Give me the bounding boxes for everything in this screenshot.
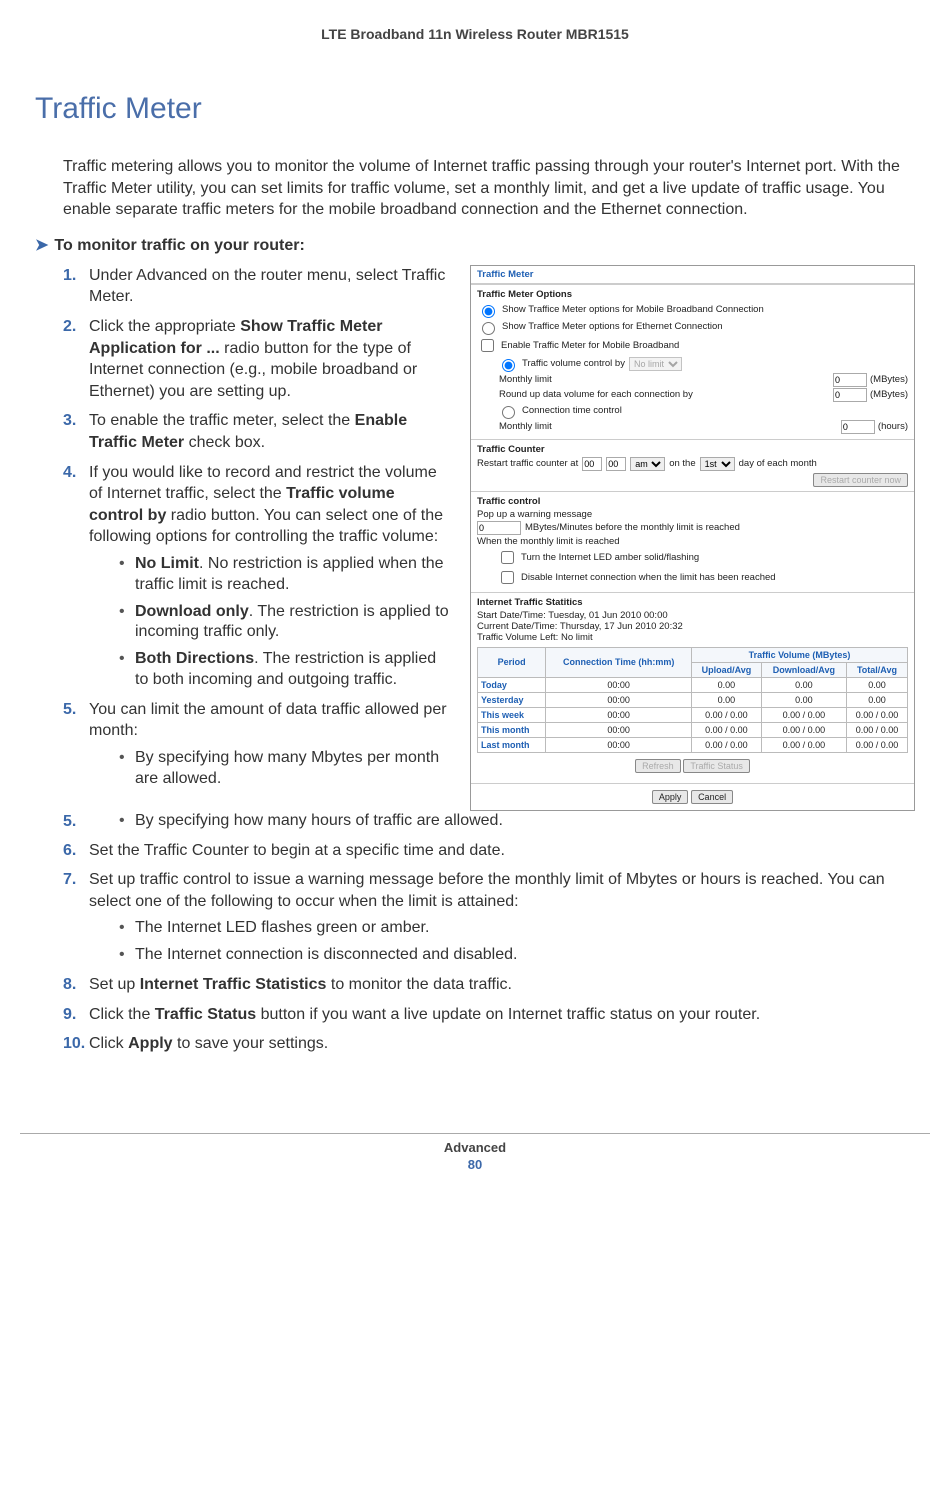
refresh-button[interactable]: Refresh (635, 759, 681, 773)
monthly-limit-hours-label: Monthly limit (499, 421, 552, 432)
step-4: If you would like to record and restrict… (63, 462, 450, 691)
step-4-bullet-3: Both Directions. The restriction is appl… (119, 649, 450, 691)
traffic-status-button[interactable]: Traffic Status (683, 759, 750, 773)
select-volume-limit[interactable]: No limit (629, 357, 682, 371)
procedure-heading: ➤ To monitor traffic on your router: (35, 235, 915, 255)
step-8: Set up Internet Traffic Statistics to mo… (63, 974, 915, 996)
input-restart-mm[interactable] (606, 457, 626, 471)
restart-prefix: Restart traffic counter at (477, 458, 578, 469)
checkbox-disable-label: Disable Internet connection when the lim… (521, 572, 776, 583)
radio-conn-time-label: Connection time control (522, 405, 622, 416)
stats-table: Period Connection Time (hh:mm) Traffic V… (477, 647, 908, 753)
step-2: Click the appropriate Show Traffic Meter… (63, 316, 450, 402)
step-4-bullet-1: No Limit. No restriction is applied when… (119, 554, 450, 596)
popup-label: Pop up a warning message (477, 509, 908, 520)
step-7: Set up traffic control to issue a warnin… (63, 869, 915, 966)
restart-counter-button[interactable]: Restart counter now (813, 473, 908, 487)
monthly-limit-label: Monthly limit (499, 374, 552, 385)
checkbox-disable[interactable] (501, 571, 514, 584)
restart-suffix: day of each month (739, 458, 817, 469)
th-download: Download/Avg (761, 662, 846, 677)
shot-title: Traffic Meter (471, 266, 914, 284)
table-row: Yesterday00:000.000.000.00 (478, 692, 908, 707)
checkbox-led[interactable] (501, 551, 514, 564)
step-1: Under Advanced on the router menu, selec… (63, 265, 450, 308)
step-4-bullet-2: Download only. The restriction is applie… (119, 602, 450, 644)
th-total: Total/Avg (846, 662, 907, 677)
when-reached-label: When the monthly limit is reached (477, 536, 908, 547)
apply-button[interactable]: Apply (652, 790, 689, 804)
mb-min-label: MBytes/Minutes before the monthly limit … (525, 522, 740, 533)
checkbox-enable[interactable] (481, 339, 494, 352)
th-period: Period (478, 647, 546, 677)
step-5-bullet-1: By specifying how many Mbytes per month … (119, 748, 450, 790)
table-row: This week00:000.00 / 0.000.00 / 0.000.00… (478, 707, 908, 722)
step-5-cont: By specifying how many hours of traffic … (63, 811, 915, 832)
hours-unit: (hours) (878, 421, 908, 432)
mbytes-unit-2: (MBytes) (870, 389, 908, 400)
th-volume: Traffic Volume (MBytes) (692, 647, 908, 662)
restart-mid: on the (669, 458, 695, 469)
roundup-label: Round up data volume for each connection… (499, 389, 693, 400)
select-day[interactable]: 1st (700, 457, 735, 471)
radio-volume-control-label: Traffic volume control by (522, 358, 625, 369)
th-upload: Upload/Avg (692, 662, 762, 677)
checkbox-led-label: Turn the Internet LED amber solid/flashi… (521, 552, 699, 563)
input-roundup[interactable] (833, 388, 867, 402)
radio-volume-control[interactable] (502, 359, 515, 372)
mbytes-unit: (MBytes) (870, 374, 908, 385)
step-9: Click the Traffic Status button if you w… (63, 1004, 915, 1026)
step-3: To enable the traffic meter, select the … (63, 410, 450, 453)
start-datetime: Start Date/Time: Tuesday, 01 Jun 2010 00… (477, 610, 908, 621)
step-6: Set the Traffic Counter to begin at a sp… (63, 840, 915, 862)
shot-control-title: Traffic control (477, 496, 908, 507)
shot-counter-title: Traffic Counter (477, 444, 908, 455)
volume-left: Traffic Volume Left: No limit (477, 632, 908, 643)
triangle-icon: ➤ (35, 237, 48, 254)
th-conn: Connection Time (hh:mm) (546, 647, 692, 677)
radio-mobile-label: Show Traffice Meter options for Mobile B… (502, 304, 764, 315)
step-10: Click Apply to save your settings. (63, 1033, 915, 1055)
table-row: This month00:000.00 / 0.000.00 / 0.000.0… (478, 722, 908, 737)
traffic-meter-screenshot: Traffic Meter Traffic Meter Options Show… (470, 265, 915, 811)
select-ampm[interactable]: am (630, 457, 665, 471)
page-footer: Advanced 80 (20, 1133, 930, 1172)
radio-ethernet[interactable] (482, 322, 495, 335)
table-row: Last month00:000.00 / 0.000.00 / 0.000.0… (478, 737, 908, 752)
input-warning-threshold[interactable] (477, 521, 521, 535)
radio-ethernet-label: Show Traffice Meter options for Ethernet… (502, 321, 723, 332)
procedure-heading-text: To monitor traffic on your router: (54, 237, 304, 254)
step-5: You can limit the amount of data traffic… (63, 699, 450, 790)
footer-section: Advanced (20, 1140, 930, 1155)
radio-conn-time[interactable] (502, 406, 515, 419)
shot-stats-title: Internet Traffic Statitics (477, 597, 908, 608)
footer-page-number: 80 (20, 1157, 930, 1172)
doc-title: LTE Broadband 11n Wireless Router MBR151… (35, 26, 915, 42)
current-datetime: Current Date/Time: Thursday, 17 Jun 2010… (477, 621, 908, 632)
radio-mobile[interactable] (482, 305, 495, 318)
shot-options-title: Traffic Meter Options (477, 289, 908, 300)
table-row: Today00:000.000.000.00 (478, 677, 908, 692)
intro-paragraph: Traffic metering allows you to monitor t… (63, 156, 915, 221)
section-title: Traffic Meter (35, 92, 915, 126)
step-7-bullet-1: The Internet LED flashes green or amber. (119, 918, 915, 939)
step-7-bullet-2: The Internet connection is disconnected … (119, 945, 915, 966)
step-5-bullet-2: By specifying how many hours of traffic … (119, 811, 915, 832)
input-restart-hh[interactable] (582, 457, 602, 471)
input-monthly-limit-hours[interactable] (841, 420, 875, 434)
cancel-button[interactable]: Cancel (691, 790, 733, 804)
input-monthly-limit-mb[interactable] (833, 373, 867, 387)
checkbox-enable-label: Enable Traffic Meter for Mobile Broadban… (501, 340, 679, 351)
